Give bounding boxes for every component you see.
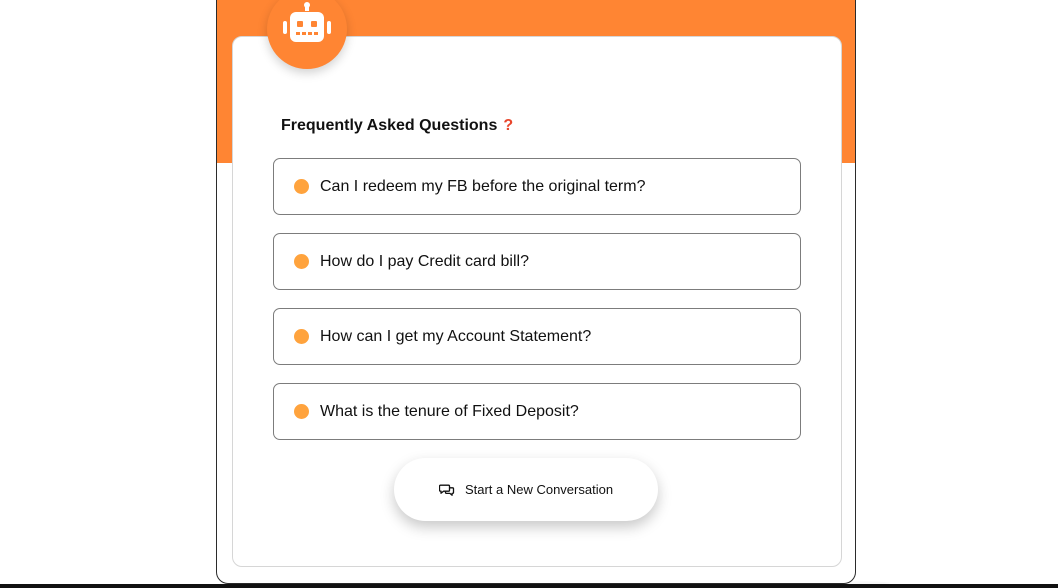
faq-item-label: What is the tenure of Fixed Deposit? <box>320 402 579 420</box>
bullet-dot-icon <box>294 254 309 269</box>
faq-item[interactable]: Can I redeem my FB before the original t… <box>273 158 801 215</box>
bullet-dot-icon <box>294 329 309 344</box>
bullet-dot-icon <box>294 179 309 194</box>
faq-item-label: How do I pay Credit card bill? <box>320 252 529 270</box>
faq-item-label: How can I get my Account Statement? <box>320 327 592 345</box>
window-bottom-edge <box>0 584 1058 588</box>
chat-widget: Frequently Asked Questions ? Can I redee… <box>216 0 856 584</box>
faq-item[interactable]: How do I pay Credit card bill? <box>273 233 801 290</box>
start-new-conversation-label: Start a New Conversation <box>464 482 614 497</box>
faq-item[interactable]: How can I get my Account Statement? <box>273 308 801 365</box>
faq-list: Can I redeem my FB before the original t… <box>273 158 801 458</box>
faq-item-label: Can I redeem my FB before the original t… <box>320 177 646 195</box>
faq-item[interactable]: What is the tenure of Fixed Deposit? <box>273 383 801 440</box>
faq-title: Frequently Asked Questions ? <box>281 117 513 135</box>
question-mark-icon: ? <box>503 117 514 134</box>
bullet-dot-icon <box>294 404 309 419</box>
faq-title-text: Frequently Asked Questions <box>281 117 498 134</box>
chat-bubbles-icon <box>438 483 455 497</box>
page: Frequently Asked Questions ? Can I redee… <box>0 0 1058 588</box>
start-new-conversation-button[interactable]: Start a New Conversation <box>394 458 658 521</box>
